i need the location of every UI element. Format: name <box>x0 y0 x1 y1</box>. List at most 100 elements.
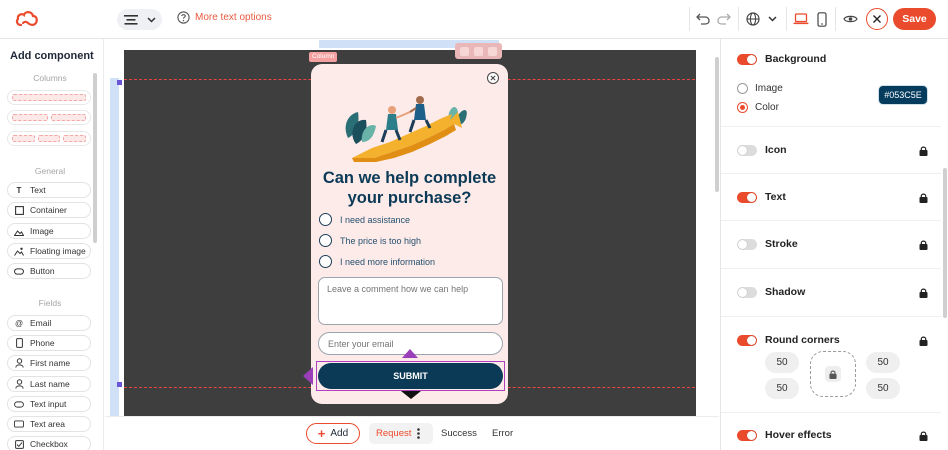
tab-error[interactable]: Error <box>492 428 513 439</box>
field-phone[interactable]: Phone <box>7 335 91 351</box>
comment-textarea[interactable] <box>318 277 503 325</box>
language-globe-button[interactable] <box>744 10 762 28</box>
globe-icon <box>746 12 760 26</box>
text-toggle[interactable] <box>737 191 757 203</box>
corner-bottom-left-input[interactable]: 50 <box>765 378 799 399</box>
tab-success[interactable]: Success <box>441 428 477 439</box>
color-swatch-button[interactable]: #053C5E <box>878 85 928 105</box>
canvas-scrollbar[interactable] <box>715 57 719 192</box>
corner-top-right-input[interactable]: 50 <box>866 352 900 373</box>
component-image[interactable]: Image <box>7 223 91 239</box>
field-first-name[interactable]: First name <box>7 355 91 371</box>
teamwork-stairs-illustration <box>345 96 467 162</box>
background-image-option[interactable]: Image <box>737 83 783 94</box>
phone-icon <box>14 338 24 348</box>
component-label: First name <box>30 358 71 368</box>
stroke-toggle[interactable] <box>737 238 757 250</box>
drag-handle-icon[interactable] <box>460 46 470 56</box>
field-text-area[interactable]: Text area <box>7 416 91 432</box>
more-text-options-link[interactable]: More text options <box>177 11 272 24</box>
field-last-name[interactable]: Last name <box>7 376 91 392</box>
column-cell <box>63 135 87 142</box>
style-settings-panel: Background Image Color #053C5E Icon Text… <box>720 39 948 450</box>
radio-button[interactable] <box>737 83 748 94</box>
option-price-too-high[interactable]: The price is too high <box>319 234 421 247</box>
round-corners-label: Round corners <box>765 334 840 346</box>
field-email[interactable]: @ Email <box>7 315 91 331</box>
three-column-layout[interactable] <box>7 131 91 146</box>
field-checkbox[interactable]: Checkbox <box>7 436 91 450</box>
delete-icon[interactable] <box>487 46 497 56</box>
top-toolbar: More text options Save <box>0 0 948 39</box>
two-column-layout[interactable] <box>7 110 91 125</box>
square-icon <box>14 205 24 215</box>
add-step-button[interactable]: + Add <box>306 423 360 444</box>
undo-button[interactable] <box>694 10 712 28</box>
toolbar-divider <box>835 7 836 31</box>
close-icon <box>873 15 881 23</box>
resize-handle-top-icon[interactable] <box>402 349 418 358</box>
radio-button[interactable] <box>319 255 332 268</box>
eye-icon <box>842 15 858 23</box>
component-text[interactable]: T Text <box>7 182 91 198</box>
toolbar-divider <box>689 7 690 31</box>
more-text-options-label: More text options <box>195 12 272 23</box>
close-button[interactable] <box>866 8 888 30</box>
duplicate-icon[interactable] <box>473 46 483 56</box>
kebab-menu-icon[interactable] <box>417 428 421 439</box>
submit-button[interactable]: SUBMIT <box>318 363 503 389</box>
component-label: Text <box>30 185 46 195</box>
one-column-layout[interactable] <box>7 90 91 105</box>
add-label: Add <box>330 428 349 439</box>
mobile-view-button[interactable] <box>813 10 831 28</box>
text-section: Text <box>721 174 941 221</box>
corner-link-toggle[interactable] <box>810 351 856 397</box>
background-toggle[interactable] <box>737 53 757 65</box>
option-need-more-info[interactable]: I need more information <box>319 255 435 268</box>
lock-icon <box>919 193 928 203</box>
component-container[interactable]: Container <box>7 202 91 218</box>
resize-handle-bottom-icon[interactable] <box>401 391 421 399</box>
element-mini-toolbar[interactable] <box>455 43 502 59</box>
component-label: Image <box>30 226 54 236</box>
corner-bottom-right-input[interactable]: 50 <box>866 378 900 399</box>
shadow-toggle[interactable] <box>737 286 757 298</box>
button-pill-icon <box>14 266 24 276</box>
radio-button[interactable] <box>319 213 332 226</box>
popup-close-button[interactable] <box>487 72 499 84</box>
redo-button[interactable] <box>715 10 733 28</box>
resize-handle-left-icon[interactable] <box>303 367 313 385</box>
preview-button[interactable] <box>841 10 859 28</box>
tab-request[interactable]: Request <box>369 423 433 444</box>
desktop-view-button[interactable] <box>792 10 810 28</box>
text-align-dropdown[interactable] <box>117 9 162 30</box>
language-dropdown-toggle[interactable] <box>763 10 781 28</box>
toolbar-divider <box>738 7 739 31</box>
hover-effects-toggle[interactable] <box>737 429 757 441</box>
icon-header: Icon <box>737 144 787 156</box>
save-button[interactable]: Save <box>893 8 936 30</box>
field-text-input[interactable]: Text input <box>7 396 91 412</box>
color-option-label: Color <box>755 102 779 113</box>
corner-top-left-input[interactable]: 50 <box>765 352 799 373</box>
icon-toggle[interactable] <box>737 144 757 156</box>
component-button[interactable]: Button <box>7 263 91 279</box>
option-need-assistance[interactable]: I need assistance <box>319 213 410 226</box>
left-panel-scrollbar[interactable] <box>93 73 97 243</box>
guide-handle[interactable] <box>117 80 122 85</box>
column-tag: Column <box>309 52 338 62</box>
round-corners-toggle[interactable] <box>737 334 757 346</box>
general-section-label: General <box>34 166 66 176</box>
column-cell <box>12 94 86 101</box>
right-panel-scrollbar[interactable] <box>943 168 947 318</box>
guide-handle[interactable] <box>117 382 122 387</box>
radio-button[interactable] <box>319 234 332 247</box>
background-color-option[interactable]: Color <box>737 102 779 113</box>
column-cell <box>12 114 48 121</box>
chevron-down-icon <box>147 16 156 23</box>
component-label: Checkbox <box>30 439 68 449</box>
component-label: Container <box>30 205 67 215</box>
radio-button[interactable] <box>737 102 748 113</box>
component-floating-image[interactable]: Floating image <box>7 243 91 259</box>
lock-icon <box>919 288 928 298</box>
